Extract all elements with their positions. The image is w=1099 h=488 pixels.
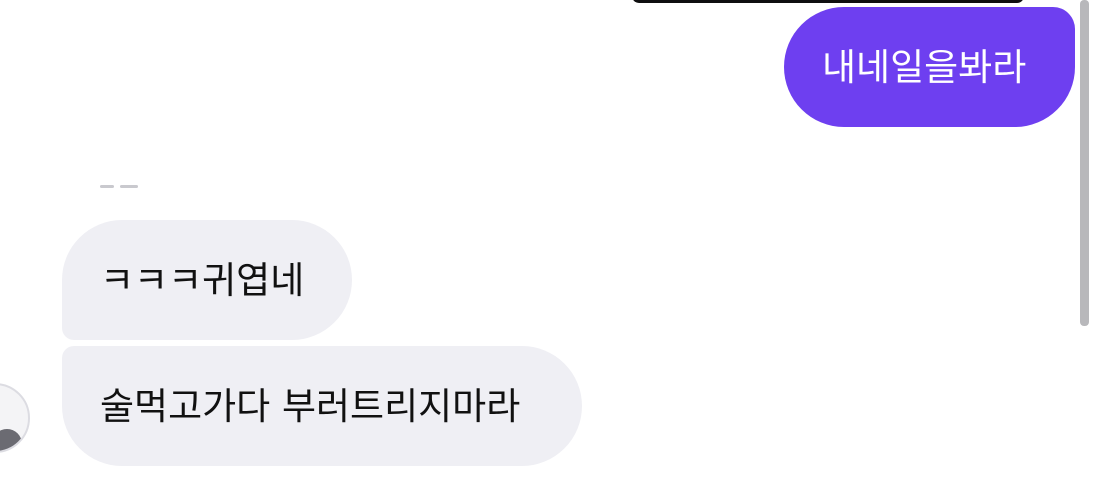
- outgoing-message-bubble[interactable]: 내네일을봐라: [784, 7, 1075, 127]
- sender-name-cropped: [100, 185, 144, 190]
- previous-media-edge: [632, 0, 1024, 3]
- message-text: ㅋㅋㅋ귀엽네: [100, 258, 305, 302]
- scrollbar-thumb[interactable]: [1080, 0, 1089, 326]
- sender-avatar[interactable]: [0, 383, 30, 453]
- message-text: 술먹고가다 부러트리지마라: [100, 384, 521, 428]
- incoming-message-bubble[interactable]: ㅋㅋㅋ귀엽네: [62, 220, 352, 340]
- incoming-message-bubble[interactable]: 술먹고가다 부러트리지마라: [62, 346, 582, 466]
- avatar-image: [0, 429, 22, 451]
- message-text: 내네일을봐라: [822, 45, 1027, 89]
